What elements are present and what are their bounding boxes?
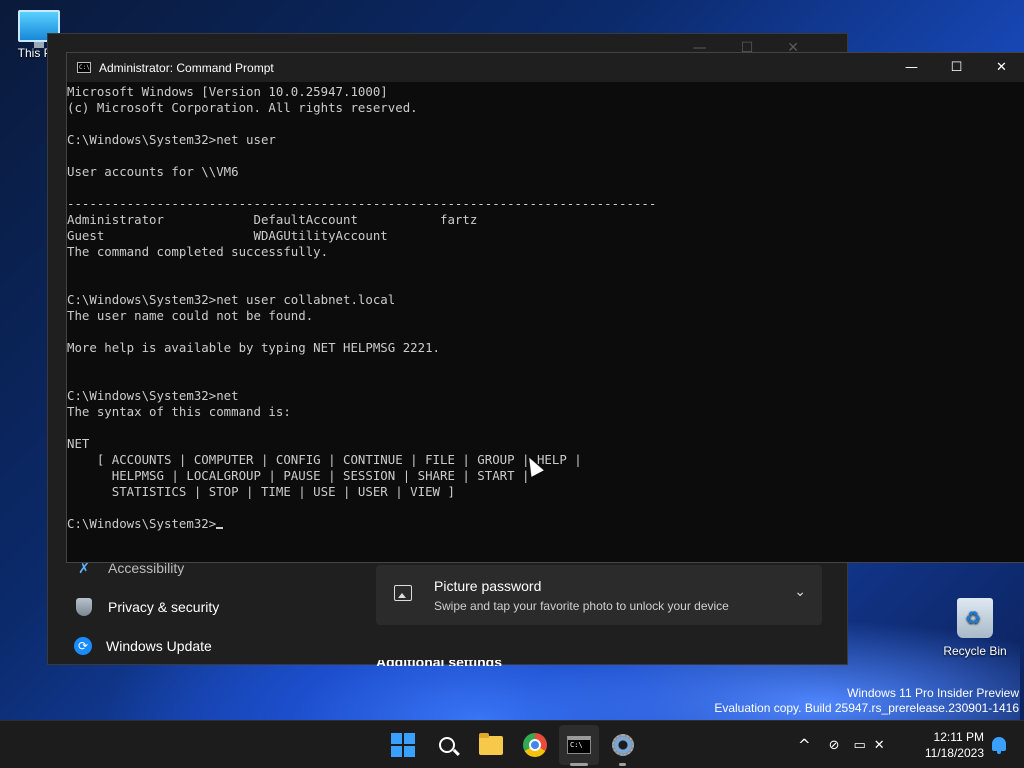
console-line: User accounts for \\VM6	[67, 164, 239, 179]
console-line: NET	[67, 436, 90, 451]
windows-logo-icon	[391, 733, 415, 757]
system-tray: ^ ⊘ ▭ ✕	[798, 721, 885, 768]
picture-password-card[interactable]: Picture password Swipe and tap your favo…	[376, 565, 822, 625]
chevron-down-icon[interactable]: ⌄	[794, 583, 806, 600]
console-line: C:\Windows\System32>net user collabnet.l…	[67, 292, 396, 307]
sidebar-item-label: Privacy & security	[108, 599, 220, 615]
folder-icon	[479, 732, 503, 755]
card-title: Picture password	[434, 578, 542, 594]
console-line: HELPMSG | LOCALGROUP | PAUSE | SESSION |…	[67, 468, 530, 483]
notification-bell-icon[interactable]	[992, 737, 1006, 754]
sidebar-item-windows-update[interactable]: ⟳ Windows Update	[74, 637, 212, 655]
console-line: C:\Windows\System32>net	[67, 388, 239, 403]
window-controls: — ☐ ✕	[889, 53, 1024, 82]
display-icon[interactable]: ▭	[853, 738, 865, 753]
taskbar: C:\ ^ ⊘ ▭ ✕ 12:11 PM 11/18/2023	[0, 720, 1024, 768]
file-explorer-button[interactable]	[477, 731, 505, 759]
start-button[interactable]	[389, 731, 417, 759]
console-prompt[interactable]: C:\Windows\System32>	[67, 516, 1024, 532]
cmd-app-icon: C:\	[77, 62, 91, 73]
console-output[interactable]: Microsoft Windows [Version 10.0.25947.10…	[67, 82, 1024, 532]
desktop-icon-label: Recycle Bin	[943, 644, 1007, 658]
maximize-button[interactable]: ☐	[934, 53, 979, 82]
cmd-titlebar[interactable]: C:\ Administrator: Command Prompt — ☐ ✕	[67, 53, 1024, 82]
console-line: Guest WDAGUtilityAccount	[67, 228, 388, 243]
chrome-icon	[523, 733, 547, 757]
recycle-bin-icon: ♻	[957, 598, 993, 638]
network-disconnected-icon[interactable]: ⊘	[829, 738, 840, 753]
console-line: Administrator DefaultAccount fartz	[67, 212, 478, 227]
speaker-muted-icon[interactable]: ✕	[874, 738, 885, 753]
minimize-button[interactable]: —	[889, 53, 934, 82]
console-line: STATISTICS | STOP | TIME | USE | USER | …	[67, 484, 455, 499]
picture-icon	[394, 585, 412, 601]
settings-button[interactable]	[609, 731, 637, 759]
tray-chevron-icon[interactable]: ^	[798, 736, 811, 754]
console-line: Microsoft Windows [Version 10.0.25947.10…	[67, 84, 388, 99]
command-prompt-window[interactable]: C:\ Administrator: Command Prompt — ☐ ✕ …	[66, 52, 1024, 563]
console-line: The user name could not be found.	[67, 308, 314, 323]
sidebar-item-privacy-security[interactable]: Privacy & security	[74, 597, 219, 617]
console-line: ----------------------------------------…	[67, 196, 657, 211]
sidebar-item-label: Windows Update	[106, 638, 212, 654]
section-heading-cutoff: Additional settings	[376, 660, 502, 666]
clock-date: 11/18/2023	[924, 746, 984, 760]
terminal-active-indicator	[570, 763, 588, 766]
text-cursor	[216, 527, 224, 529]
shield-icon	[74, 597, 94, 617]
update-icon: ⟳	[74, 637, 92, 655]
console-line: The command completed successfully.	[67, 244, 329, 259]
chrome-button[interactable]	[521, 731, 549, 759]
watermark-line-1: Windows 11 Pro Insider Preview	[847, 686, 1019, 700]
terminal-button[interactable]: C:\	[565, 731, 593, 759]
taskbar-clock[interactable]: 12:11 PM 11/18/2023	[925, 729, 984, 761]
console-line: (c) Microsoft Corporation. All rights re…	[67, 100, 418, 115]
console-line: C:\Windows\System32>net user	[67, 132, 276, 147]
terminal-icon: C:\	[567, 736, 591, 754]
console-line: The syntax of this command is:	[67, 404, 291, 419]
search-icon	[439, 737, 455, 753]
prompt-text: C:\Windows\System32>	[67, 516, 217, 531]
gear-icon	[612, 734, 634, 756]
evaluation-watermark: Windows 11 Pro Insider Preview Evaluatio…	[714, 686, 1019, 716]
clock-time: 12:11 PM	[933, 730, 984, 744]
window-title: Administrator: Command Prompt	[99, 60, 274, 75]
card-subtitle: Swipe and tap your favorite photo to unl…	[434, 599, 729, 613]
desktop-icon-recycle-bin[interactable]: ♻ Recycle Bin	[940, 598, 1010, 658]
settings-open-indicator	[619, 763, 626, 766]
search-button[interactable]	[433, 731, 461, 759]
console-line: [ ACCOUNTS | COMPUTER | CONFIG | CONTINU…	[67, 452, 582, 467]
close-button[interactable]: ✕	[979, 53, 1024, 82]
watermark-line-2: Evaluation copy. Build 25947.rs_prerelea…	[714, 701, 1019, 715]
console-line: More help is available by typing NET HEL…	[67, 340, 440, 355]
